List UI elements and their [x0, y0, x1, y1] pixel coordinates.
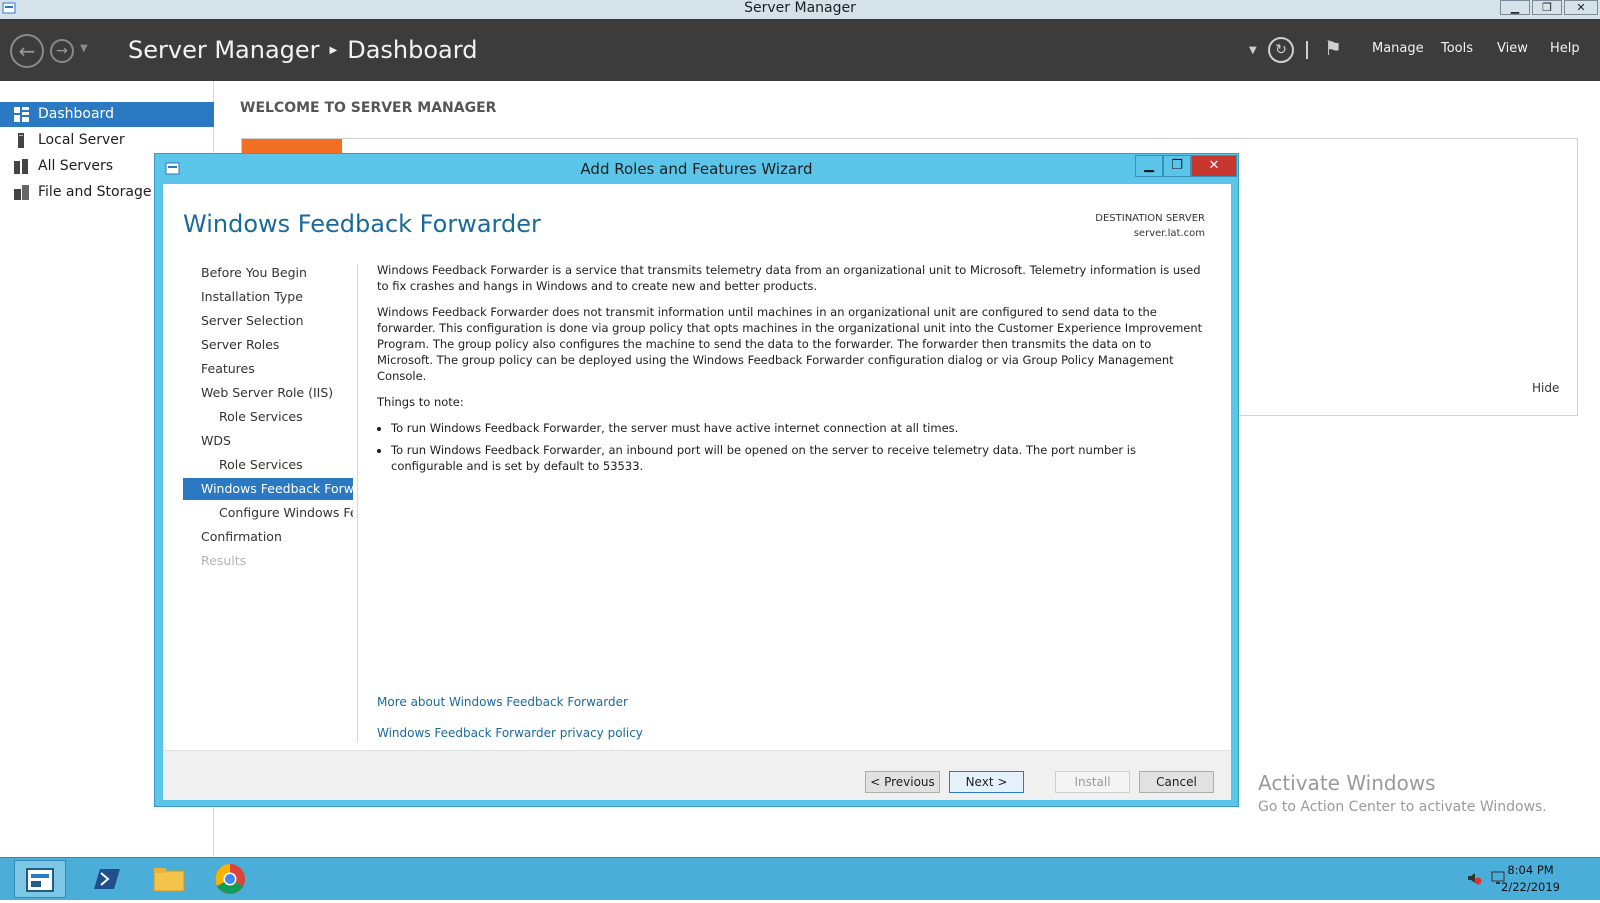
header-bar: ← → ▼ Server Manager ▶ Dashboard ▼ ↻ ⚑ Man…: [0, 19, 1600, 81]
activate-title: Activate Windows: [1258, 771, 1436, 795]
volume-muted-icon[interactable]: [1466, 870, 1482, 886]
step-iis-role-services[interactable]: Role Services: [183, 406, 353, 428]
menu-manage[interactable]: Manage: [1372, 41, 1424, 56]
breadcrumb: Server Manager ▶ Dashboard: [128, 36, 477, 64]
more-about-link[interactable]: More about Windows Feedback Forwarder: [377, 695, 628, 709]
back-button[interactable]: ←: [10, 34, 44, 68]
step-wds[interactable]: WDS: [183, 430, 353, 452]
window-title: Server Manager: [744, 0, 856, 16]
previous-button[interactable]: < Previous: [865, 771, 940, 793]
next-button[interactable]: Next >: [949, 771, 1024, 793]
sidebar-item-label: Local Server: [38, 132, 125, 148]
menu-tools[interactable]: Tools: [1441, 41, 1473, 56]
description-paragraph-1: Windows Feedback Forwarder is a service …: [377, 263, 1201, 293]
destination-server: DESTINATION SERVER server.lat.com: [1095, 211, 1205, 241]
history-dropdown-icon[interactable]: ▼: [80, 43, 88, 54]
hide-link[interactable]: Hide: [1532, 381, 1559, 395]
servers-icon: [14, 159, 28, 174]
file-explorer-icon: [153, 868, 185, 892]
notes-title: Things to note:: [377, 395, 464, 409]
step-wds-role-services[interactable]: Role Services: [183, 454, 353, 476]
activate-subtitle: Go to Action Center to activate Windows.: [1258, 799, 1547, 815]
clock-date: 2/22/2019: [1501, 880, 1560, 894]
note-item: To run Windows Feedback Forwarder, an in…: [391, 442, 1209, 474]
step-windows-feedback-forwarder[interactable]: Windows Feedback Forw...: [183, 478, 353, 500]
close-button[interactable]: ✕: [1564, 0, 1598, 15]
install-button: Install: [1055, 771, 1130, 793]
welcome-title: WELCOME TO SERVER MANAGER: [240, 100, 497, 116]
description-paragraph-2: Windows Feedback Forwarder does not tran…: [377, 305, 1203, 383]
breadcrumb-separator-icon: ▶: [329, 45, 338, 56]
notifications-flag-icon[interactable]: ⚑: [1324, 36, 1342, 60]
wizard-close-button[interactable]: ✕: [1191, 155, 1237, 177]
step-features[interactable]: Features: [183, 358, 353, 380]
breadcrumb-root: Server Manager: [128, 36, 320, 64]
steps-divider: [357, 264, 358, 742]
activate-windows-watermark: Activate Windows Go to Action Center to …: [1258, 771, 1547, 815]
destination-value: server.lat.com: [1133, 228, 1205, 239]
sidebar-item-local-server[interactable]: Local Server: [0, 128, 214, 153]
taskbar-chrome[interactable]: [204, 860, 256, 898]
storage-icon: [14, 185, 29, 200]
note-item: To run Windows Feedback Forwarder, the s…: [391, 420, 1209, 436]
privacy-policy-link[interactable]: Windows Feedback Forwarder privacy polic…: [377, 726, 643, 740]
cancel-button[interactable]: Cancel: [1139, 771, 1214, 793]
sidebar-item-label: All Servers: [38, 158, 114, 174]
system-clock[interactable]: 8:04 PM 2/22/2019: [1501, 862, 1560, 896]
step-web-server-role[interactable]: Web Server Role (IIS): [183, 382, 353, 404]
wizard-minimize-button[interactable]: ▁: [1135, 155, 1163, 177]
wizard-footer: < Previous Next > Install Cancel: [163, 750, 1231, 800]
menu-help[interactable]: Help: [1550, 41, 1580, 56]
refresh-icon[interactable]: ↻: [1268, 37, 1294, 63]
wizard-heading: Windows Feedback Forwarder: [183, 210, 541, 238]
outer-title-bar: Server Manager ▁ ❐ ✕: [0, 0, 1600, 19]
server-manager-icon: [26, 868, 54, 892]
breadcrumb-current: Dashboard: [347, 36, 478, 64]
step-before-you-begin[interactable]: Before You Begin: [183, 262, 353, 284]
step-configure-wff[interactable]: Configure Windows Fe...: [183, 502, 353, 524]
taskbar-file-explorer[interactable]: [142, 860, 194, 898]
taskbar: 8:04 PM 2/22/2019: [0, 857, 1600, 900]
step-installation-type[interactable]: Installation Type: [183, 286, 353, 308]
step-server-roles[interactable]: Server Roles: [183, 334, 353, 356]
powershell-icon: [94, 869, 120, 889]
wizard-content: Windows Feedback Forwarder is a service …: [377, 262, 1209, 480]
dashboard-icon: [14, 107, 29, 122]
chrome-icon: [215, 864, 245, 894]
notifications-dropdown-icon[interactable]: ▼: [1249, 45, 1257, 56]
step-confirmation[interactable]: Confirmation: [183, 526, 353, 548]
wizard-restore-button[interactable]: ❐: [1163, 155, 1191, 177]
notes-list: To run Windows Feedback Forwarder, the s…: [377, 420, 1209, 474]
taskbar-powershell[interactable]: [80, 860, 132, 898]
destination-label: DESTINATION SERVER: [1095, 213, 1205, 224]
taskbar-server-manager[interactable]: [14, 860, 66, 898]
minimize-button[interactable]: ▁: [1500, 0, 1530, 15]
wizard-title: Add Roles and Features Wizard: [580, 160, 813, 178]
add-roles-wizard: Add Roles and Features Wizard ▁ ❐ ✕ Wind…: [154, 153, 1239, 807]
server-icon: [18, 133, 24, 148]
forward-button[interactable]: →: [50, 39, 74, 63]
restore-button[interactable]: ❐: [1532, 0, 1562, 15]
step-server-selection[interactable]: Server Selection: [183, 310, 353, 332]
wizard-body: Windows Feedback Forwarder DESTINATION S…: [163, 184, 1231, 800]
sidebar-item-dashboard[interactable]: Dashboard: [0, 102, 214, 127]
sidebar-item-label: Dashboard: [38, 106, 114, 122]
step-results: Results: [201, 553, 247, 568]
menu-view[interactable]: View: [1497, 41, 1528, 56]
clock-time: 8:04 PM: [1507, 863, 1554, 877]
header-divider: [1306, 41, 1308, 59]
